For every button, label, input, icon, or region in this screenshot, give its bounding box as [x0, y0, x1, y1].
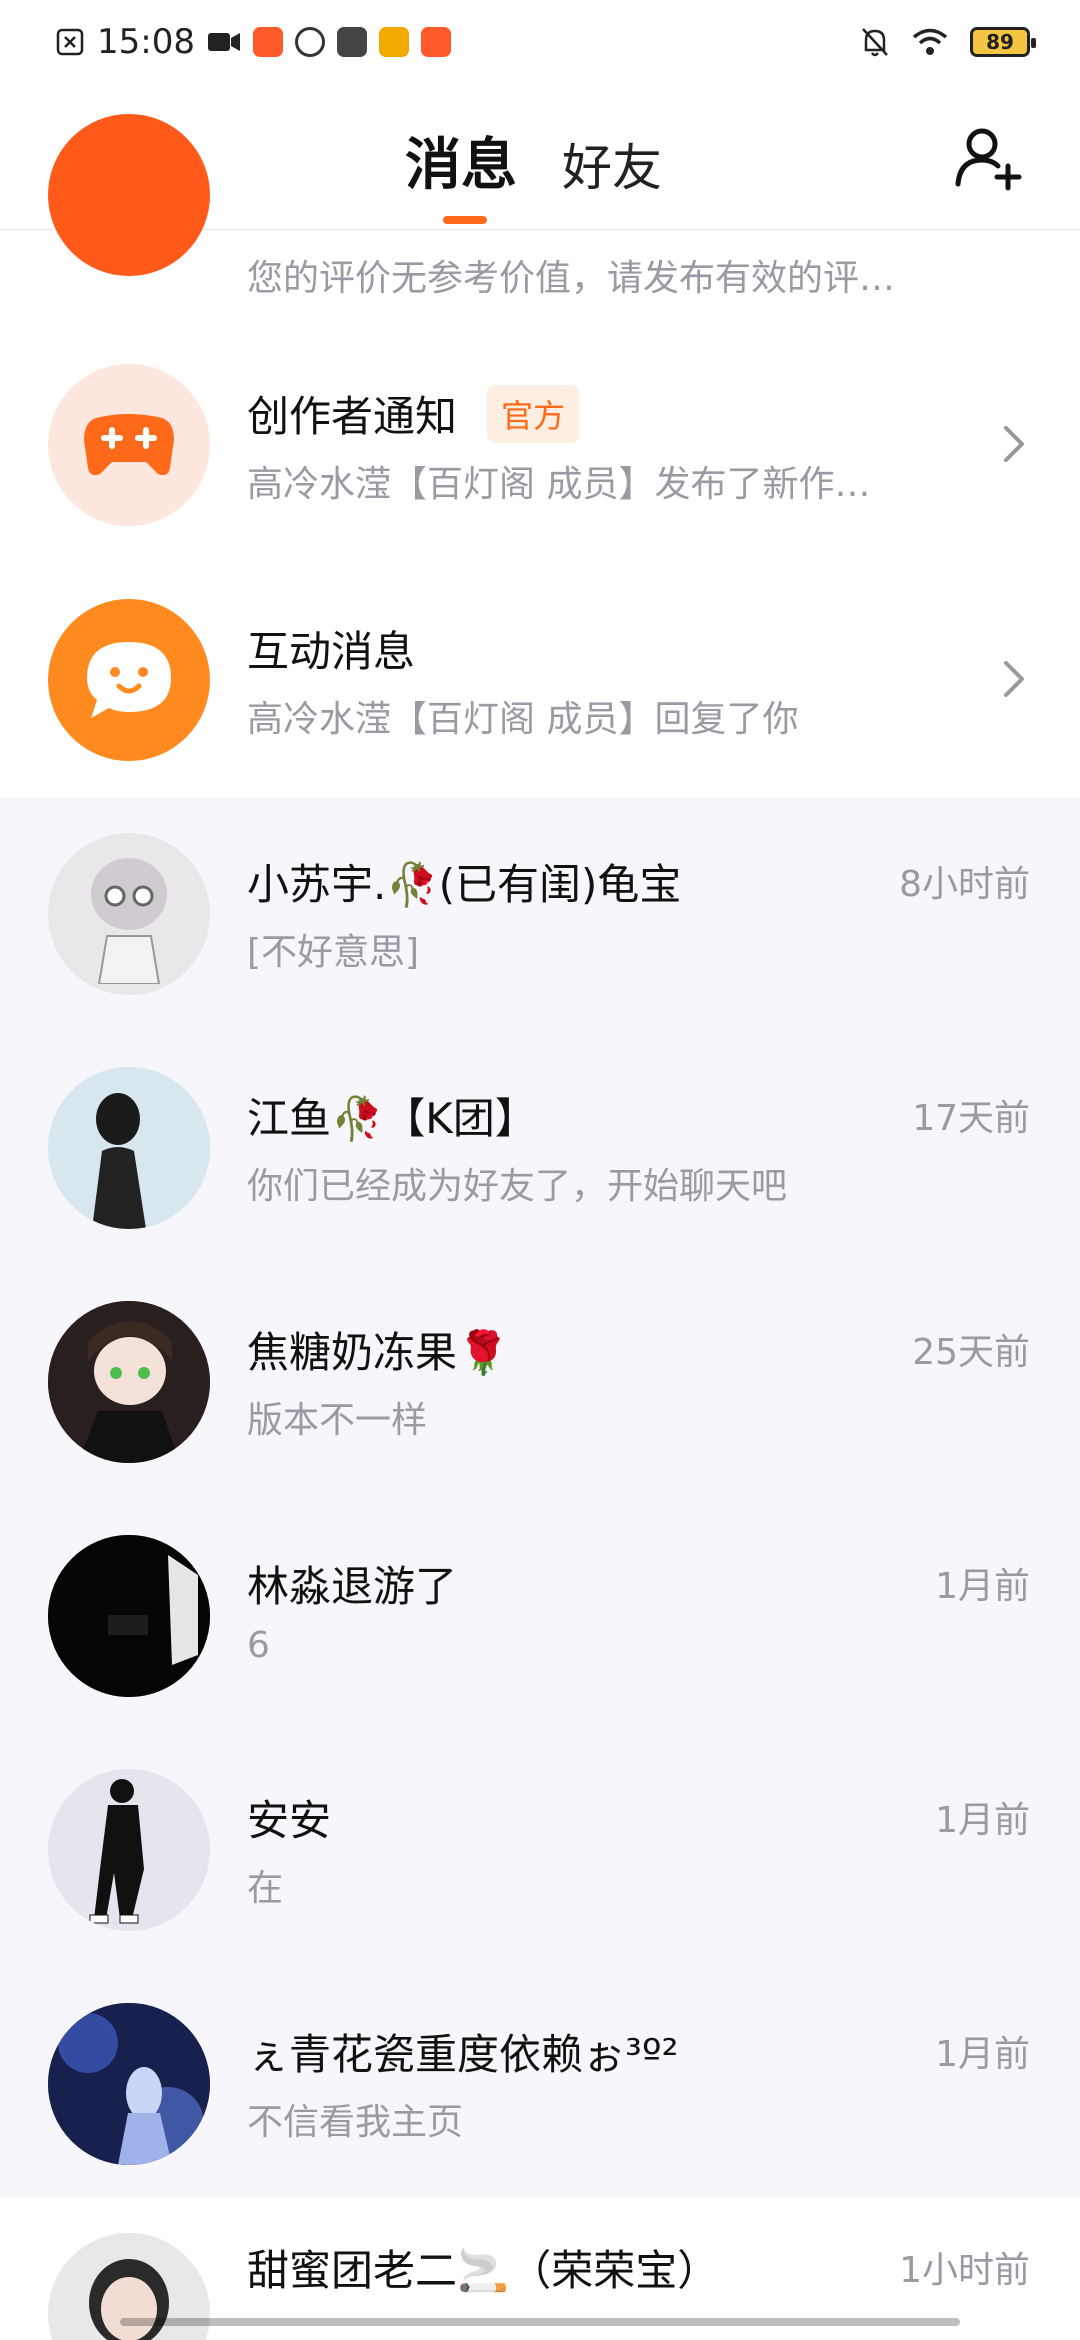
message-time: 1月前 [935, 1566, 1030, 1607]
chat-item[interactable]: 焦糖奶冻果🌹 版本不一样 25天前 [0, 1265, 1080, 1499]
app-icon [336, 27, 367, 57]
chat-item[interactable]: ぇ青花瓷重度依赖ぉ³º² 不信看我主页 1月前 [0, 1967, 1080, 2201]
figure-avatar-icon [48, 1769, 210, 1931]
chevron-right-icon [1004, 661, 1024, 697]
message-app-icon [294, 27, 325, 57]
avatar [48, 1769, 210, 1931]
chat-list-continued: 甜蜜团老二🚬（荣荣宝） 1小时前 [0, 2197, 1080, 2340]
contact-name: 小苏宇.🥀(已有闺)龟宝 [247, 860, 682, 909]
battery-indicator: 89 [970, 27, 1036, 57]
screenshot-notification-icon [56, 28, 84, 56]
contact-name: 林淼退游了 [247, 1562, 458, 1611]
avatar [48, 1301, 210, 1463]
wifi-icon [912, 28, 948, 55]
contact-name: 焦糖奶冻果🌹 [247, 1328, 510, 1377]
avatar [48, 1067, 210, 1229]
message-time: 25天前 [912, 1332, 1030, 1373]
system-messages-section: 您的评价无参考价值，请发布有效的评… 创作者通知 官方 高冷水滢【百灯阁 成员】发… [0, 114, 1080, 797]
chat-item[interactable]: 小苏宇.🥀(已有闺)龟宝 [不好意思] 8小时前 [0, 797, 1080, 1031]
status-bar: 15:08 89 [0, 0, 1080, 84]
message-preview: 在 [247, 1868, 284, 1909]
message-time: 1月前 [935, 2034, 1030, 2075]
message-preview: 高冷水滢【百灯阁 成员】回复了你 [247, 699, 799, 740]
chat-bubble-icon [87, 642, 171, 718]
chat-item[interactable]: 林淼退游了 6 1月前 [0, 1499, 1080, 1733]
video-app-icon [378, 27, 409, 57]
app-notification-icon [252, 27, 283, 57]
message-time: 1月前 [935, 1800, 1030, 1841]
contact-name: ぇ青花瓷重度依赖ぉ³º² [247, 2030, 679, 2079]
anime-avatar-icon [91, 858, 167, 984]
contact-name: 甜蜜团老二🚬（荣荣宝） [247, 2246, 720, 2295]
chat-list: 小苏宇.🥀(已有闺)龟宝 [不好意思] 8小时前 江鱼🥀【K团】 你们已经成为好… [0, 797, 1080, 2197]
message-preview: 你们已经成为好友了，开始聊天吧 [247, 1166, 788, 1207]
mute-icon [862, 28, 888, 57]
game-app-icon [420, 27, 451, 57]
avatar [48, 1535, 210, 1697]
blue-scene-avatar-icon [48, 2003, 210, 2165]
photo-avatar-icon [48, 1067, 210, 1229]
avatar [48, 2003, 210, 2165]
message-time: 17天前 [912, 1098, 1030, 1139]
message-preview: 6 [247, 1625, 270, 1666]
message-preview: 不信看我主页 [247, 2102, 464, 2143]
contact-name: 安安 [247, 1796, 332, 1845]
status-time: 15:08 [97, 22, 195, 62]
list-item-interaction[interactable]: 互动消息 高冷水滢【百灯阁 成员】回复了你 [0, 231, 1080, 761]
contact-name: 江鱼🥀【K团】 [247, 1094, 537, 1143]
message-preview: [不好意思] [247, 932, 420, 973]
message-preview: 版本不一样 [247, 1400, 428, 1441]
home-indicator[interactable] [120, 2318, 960, 2326]
chat-item[interactable]: 安安 在 1月前 [0, 1733, 1080, 1967]
message-time: 1小时前 [899, 2250, 1030, 2291]
avatar [48, 833, 210, 995]
list-item-title: 互动消息 [247, 627, 416, 676]
dark-avatar-icon [48, 1535, 210, 1697]
anime-avatar-icon [48, 1301, 210, 1463]
chat-item[interactable]: 江鱼🥀【K团】 你们已经成为好友了，开始聊天吧 17天前 [0, 1031, 1080, 1265]
video-icon [207, 33, 240, 51]
message-time: 8小时前 [899, 864, 1030, 905]
interaction-avatar [48, 599, 210, 761]
